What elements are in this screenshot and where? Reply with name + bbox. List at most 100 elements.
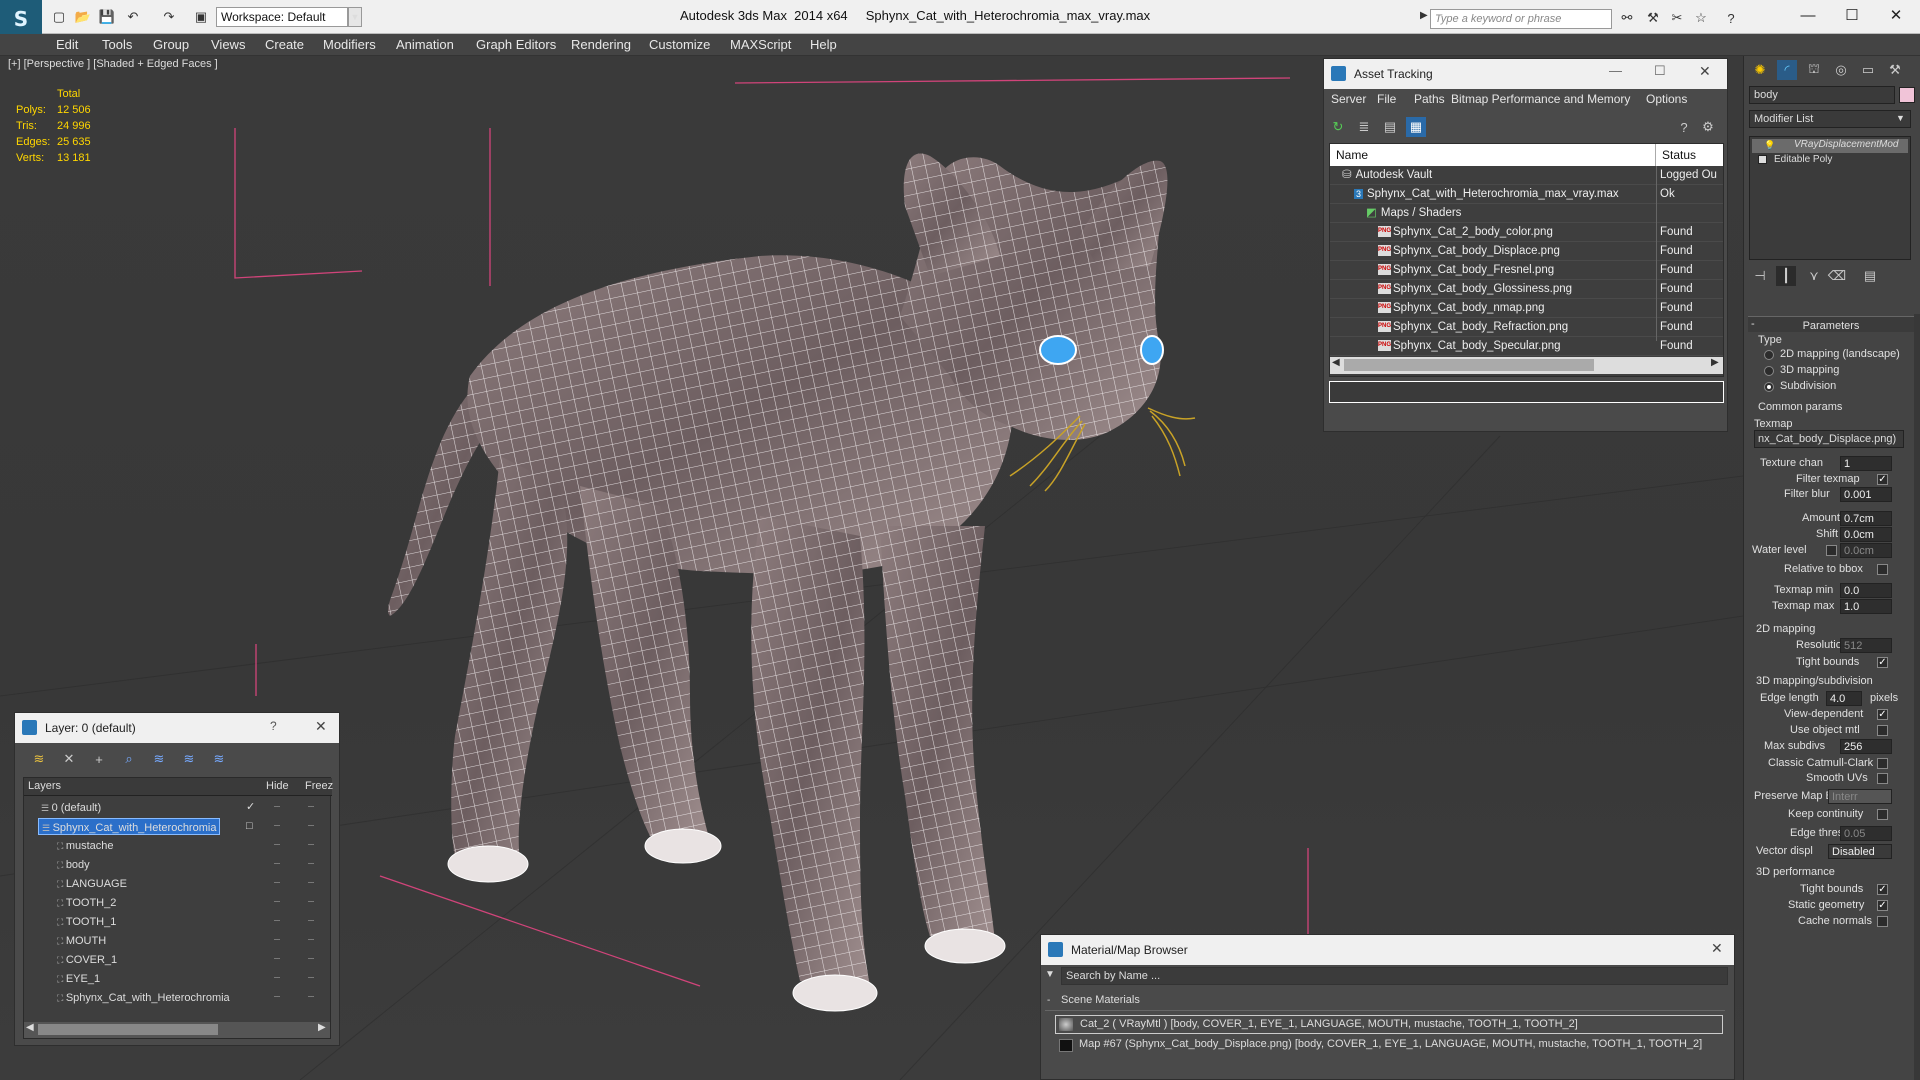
hide-toggle-icon[interactable]: ┄ bbox=[274, 874, 280, 893]
chevron-down-icon[interactable]: ▼ bbox=[348, 7, 362, 27]
view-dependent-checkbox[interactable]: ✓ bbox=[1877, 709, 1888, 720]
layer-row[interactable]: ☰ 0 (default) ✓ ┄ ┄ bbox=[24, 798, 332, 817]
tight-bounds-3d-checkbox[interactable]: ✓ bbox=[1877, 884, 1888, 895]
hide-toggle-icon[interactable]: ┄ bbox=[274, 836, 280, 855]
use-object-mtl-checkbox[interactable] bbox=[1877, 725, 1888, 736]
amount-spinner[interactable]: 0.7cm bbox=[1840, 511, 1892, 526]
project-folder-icon[interactable]: ▣ bbox=[192, 8, 210, 26]
subscription-icon[interactable]: ✂ bbox=[1668, 9, 1686, 27]
hide-toggle-icon[interactable]: ┄ bbox=[274, 931, 280, 950]
freeze-toggle-icon[interactable]: ┄ bbox=[308, 798, 314, 817]
asset-menu-server[interactable]: Server bbox=[1331, 92, 1366, 106]
close-icon[interactable]: ✕ bbox=[1711, 940, 1723, 957]
collapse-icon[interactable]: - bbox=[1751, 318, 1755, 330]
thumbnail-view-icon[interactable]: ▤ bbox=[1380, 117, 1400, 137]
asset-tracking-titlebar[interactable]: Asset Tracking bbox=[1324, 59, 1727, 89]
light-bulb-icon[interactable]: 💡 bbox=[1764, 140, 1775, 151]
shift-spinner[interactable]: 0.0cm bbox=[1840, 527, 1892, 542]
water-level-spinner[interactable]: 0.0cm bbox=[1840, 543, 1892, 558]
layer-row[interactable]: ⛶ mustache ┄ ┄ bbox=[24, 836, 332, 855]
asset-row[interactable]: PNG Sphynx_Cat_body_Fresnel.png Found bbox=[1330, 261, 1723, 280]
horizontal-scrollbar[interactable]: ◀ ▶ bbox=[24, 1022, 330, 1038]
water-level-checkbox[interactable] bbox=[1826, 545, 1837, 556]
asset-menu-file[interactable]: File bbox=[1377, 92, 1396, 106]
map-item-displace[interactable]: Map #67 (Sphynx_Cat_body_Displace.png) [… bbox=[1055, 1036, 1723, 1055]
help-icon[interactable]: ? bbox=[1674, 117, 1694, 137]
scrollbar-thumb[interactable] bbox=[38, 1024, 218, 1035]
column-header-status[interactable]: Status bbox=[1656, 144, 1723, 166]
freeze-toggle-icon[interactable]: ┄ bbox=[308, 912, 314, 931]
filter-blur-spinner[interactable]: 0.001 bbox=[1840, 487, 1892, 502]
hide-toggle-icon[interactable]: ┄ bbox=[274, 912, 280, 931]
asset-row[interactable]: ◩ Maps / Shaders bbox=[1330, 204, 1723, 223]
object-name-field[interactable]: body bbox=[1749, 86, 1895, 104]
hide-toggle-icon[interactable]: ┄ bbox=[274, 950, 280, 969]
command-panel-scrollbar[interactable] bbox=[1914, 314, 1920, 1080]
hide-toggle-icon[interactable]: ┄ bbox=[274, 893, 280, 912]
asset-row[interactable]: ⛁ Autodesk Vault Logged Ou bbox=[1330, 166, 1723, 185]
table-view-icon[interactable]: ▦ bbox=[1406, 117, 1426, 137]
chevron-down-icon[interactable]: ▼ bbox=[1896, 113, 1905, 123]
app-logo-icon[interactable]: S bbox=[0, 0, 42, 38]
asset-row[interactable]: PNG Sphynx_Cat_body_Glossiness.png Found bbox=[1330, 280, 1723, 299]
layer-row[interactable]: ⛶ COVER_1 ┄ ┄ bbox=[24, 950, 332, 969]
close-icon[interactable]: ✕ bbox=[315, 718, 327, 735]
asset-row[interactable]: PNG Sphynx_Cat_body_Specular.png Found bbox=[1330, 337, 1723, 356]
static-geometry-checkbox[interactable]: ✓ bbox=[1877, 900, 1888, 911]
classic-catmull-clark-checkbox[interactable] bbox=[1877, 758, 1888, 769]
freeze-all-layers-icon[interactable]: ≋ bbox=[209, 749, 229, 769]
column-header-freeze[interactable]: Freez bbox=[305, 780, 333, 792]
tight-bounds-2d-checkbox[interactable]: ✓ bbox=[1877, 657, 1888, 668]
freeze-toggle-icon[interactable]: ┄ bbox=[308, 893, 314, 912]
column-header-hide[interactable]: Hide bbox=[266, 780, 289, 792]
motion-tab-icon[interactable]: ◎ bbox=[1831, 60, 1851, 80]
save-icon[interactable]: 💾 bbox=[98, 8, 116, 26]
texture-chan-spinner[interactable]: 1 bbox=[1840, 456, 1892, 471]
collapse-icon[interactable]: - bbox=[1047, 995, 1050, 1006]
asset-path-field[interactable] bbox=[1329, 381, 1724, 403]
hide-toggle-icon[interactable]: ┄ bbox=[274, 798, 280, 817]
scroll-left-icon[interactable]: ◀ bbox=[26, 1022, 34, 1033]
relative-to-bbox-checkbox[interactable] bbox=[1877, 564, 1888, 575]
layer-row[interactable]: ⛶ MOUTH ┄ ┄ bbox=[24, 931, 332, 950]
freeze-toggle-icon[interactable]: ┄ bbox=[308, 950, 314, 969]
favorites-star-icon[interactable]: ☆ bbox=[1692, 9, 1710, 27]
create-layer-icon[interactable]: ≋ bbox=[29, 749, 49, 769]
scene-materials-header[interactable]: Scene Materials bbox=[1045, 993, 1725, 1011]
material-browser-titlebar[interactable]: Material/Map Browser bbox=[1041, 935, 1734, 965]
freeze-toggle-icon[interactable]: ┄ bbox=[308, 817, 314, 836]
asset-row[interactable]: PNG Sphynx_Cat_body_nmap.png Found bbox=[1330, 299, 1723, 318]
layer-row[interactable]: ⛶ TOOTH_1 ┄ ┄ bbox=[24, 912, 332, 931]
parameters-rollout-header[interactable]: Parameters bbox=[1748, 316, 1914, 332]
preserve-map-bnd-dropdown[interactable]: Interr bbox=[1828, 789, 1892, 804]
menu-edit[interactable]: Edit bbox=[56, 34, 78, 56]
utilities-tab-icon[interactable]: ⚒ bbox=[1885, 60, 1905, 80]
asset-row[interactable]: PNG Sphynx_Cat_body_Refraction.png Found bbox=[1330, 318, 1723, 337]
asset-menu-bitmap-performance[interactable]: Bitmap Performance and Memory bbox=[1451, 92, 1630, 106]
select-objects-icon[interactable]: ⌕ bbox=[119, 749, 139, 769]
minimize-icon[interactable]: — bbox=[1609, 63, 1622, 78]
menu-help[interactable]: Help bbox=[810, 34, 837, 56]
freeze-toggle-icon[interactable]: ┄ bbox=[308, 988, 314, 1007]
menu-create[interactable]: Create bbox=[265, 34, 304, 56]
smooth-uvs-checkbox[interactable] bbox=[1877, 773, 1888, 784]
help-icon[interactable]: ? bbox=[270, 719, 277, 733]
list-view-icon[interactable]: ≣ bbox=[1354, 117, 1374, 137]
asset-row[interactable]: 3 Sphynx_Cat_with_Heterochromia_max_vray.… bbox=[1330, 185, 1723, 204]
new-file-icon[interactable]: ▢ bbox=[50, 8, 68, 26]
menu-animation[interactable]: Animation bbox=[396, 34, 454, 56]
freeze-toggle-icon[interactable]: ┄ bbox=[308, 969, 314, 988]
scrollbar-thumb[interactable] bbox=[1344, 359, 1594, 371]
menu-rendering[interactable]: Rendering bbox=[571, 34, 631, 56]
binoculars-icon[interactable]: ⚯ bbox=[1618, 9, 1636, 27]
scroll-right-icon[interactable]: ▶ bbox=[318, 1022, 326, 1033]
hide-toggle-icon[interactable]: ┄ bbox=[274, 855, 280, 874]
radio-2d-mapping[interactable] bbox=[1764, 350, 1774, 360]
radio-3d-mapping[interactable] bbox=[1764, 366, 1774, 376]
layer-row[interactable]: ⛶ Sphynx_Cat_with_Heterochromia ┄ ┄ bbox=[24, 988, 332, 1007]
highlight-layer-icon[interactable]: ≋ bbox=[149, 749, 169, 769]
scroll-left-icon[interactable]: ◀ bbox=[1332, 357, 1340, 368]
search-dropdown-icon[interactable]: ▼ bbox=[1045, 969, 1055, 980]
menu-modifiers[interactable]: Modifiers bbox=[323, 34, 376, 56]
refresh-icon[interactable]: ↻ bbox=[1328, 117, 1348, 137]
